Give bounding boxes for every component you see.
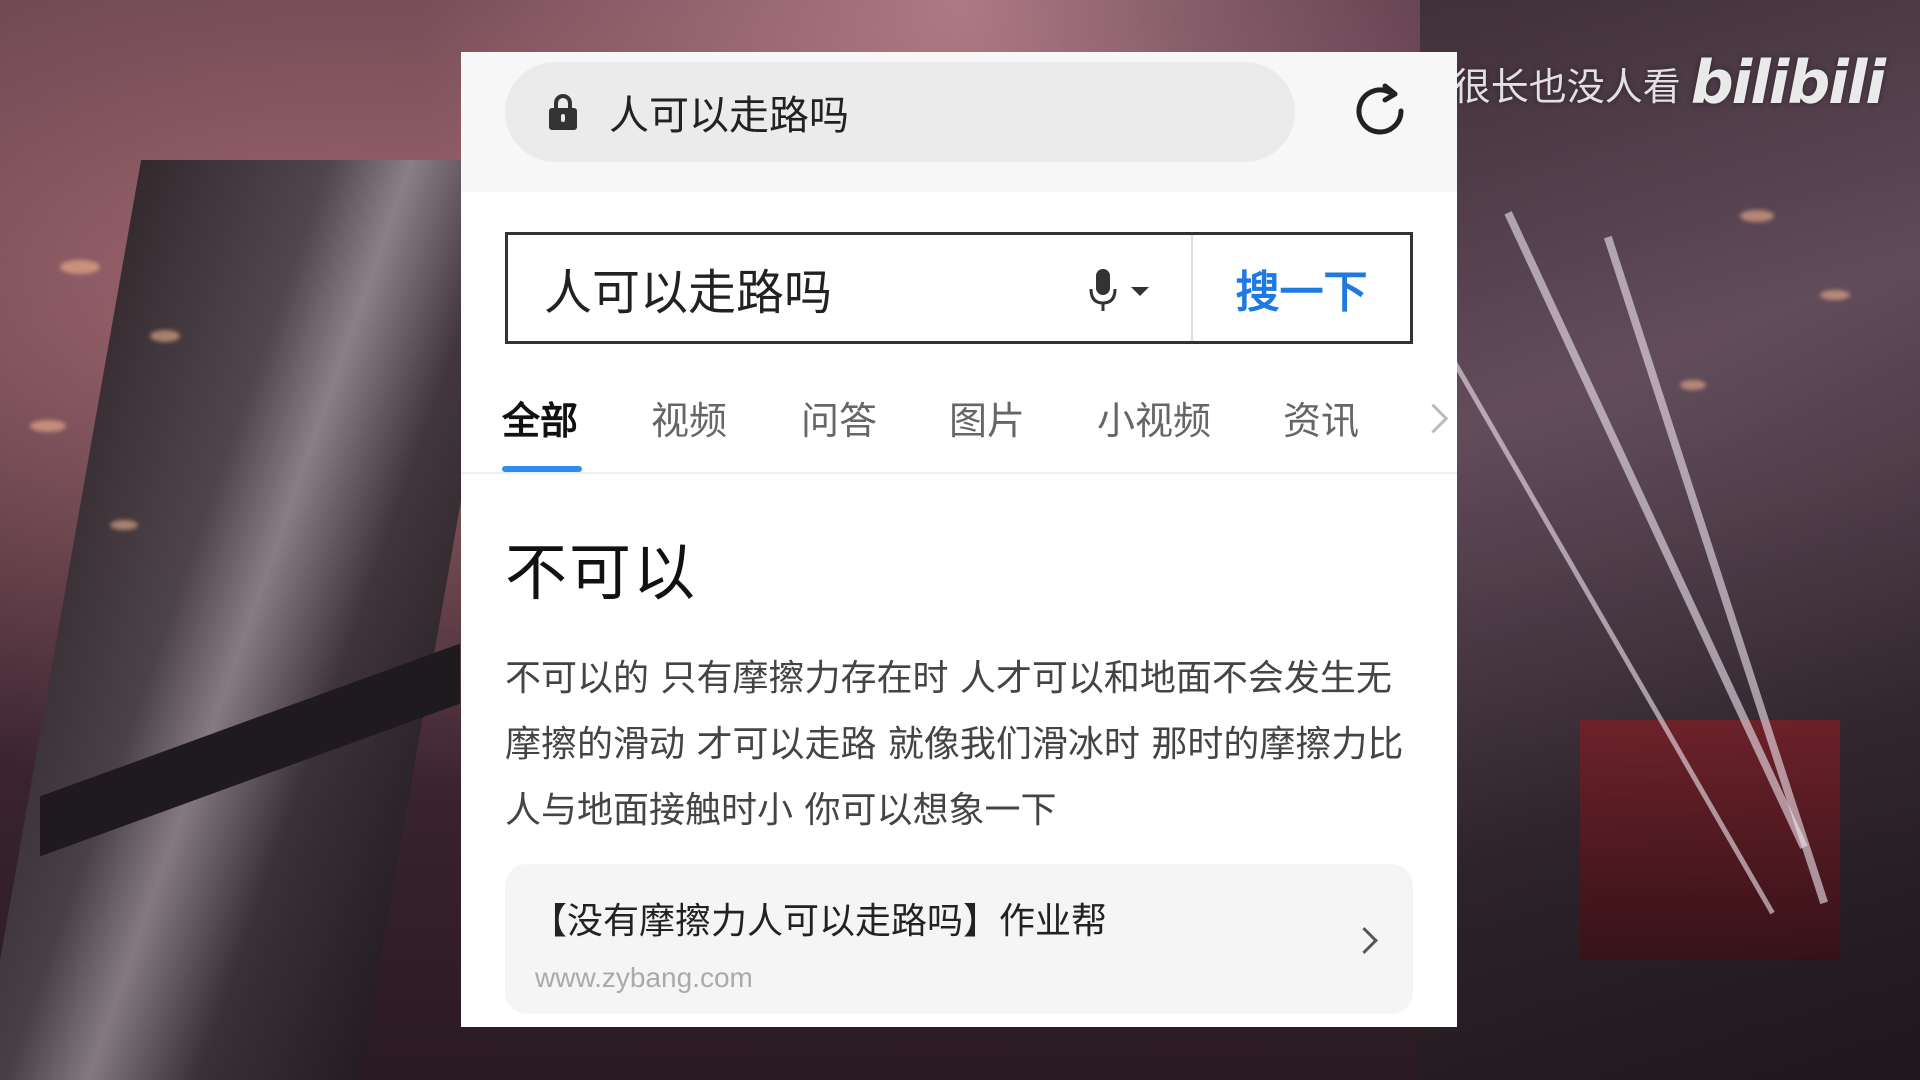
phone-browser-panel: 人可以走路吗 搜一下 全部 视频 问答 图片 小视频 资讯 [461,52,1457,1027]
search-input[interactable] [544,235,1044,341]
source-url: www.zybang.com [535,962,753,993]
source-card[interactable]: 【没有摩擦力人可以走路吗】作业帮 www.zybang.com [505,864,1413,1014]
tab-news[interactable]: 资讯 [1283,390,1359,445]
search-box: 搜一下 [505,232,1413,344]
active-tab-indicator [502,466,582,472]
background-sparkle [1740,210,1774,222]
tab-all[interactable]: 全部 [502,390,578,445]
caret-down-icon[interactable] [1131,287,1149,296]
background-sparkle [150,330,180,342]
answer-body: 不可以的 只有摩擦力存在时 人才可以和地面不会发生无摩擦的滑动 才可以走路 就像… [505,658,1404,831]
background-sparkle [1820,290,1850,300]
reload-icon[interactable] [1349,80,1411,142]
bilibili-logo: bilibili [1690,48,1886,118]
background-sparkle [110,520,138,530]
tab-qa[interactable]: 问答 [801,390,877,445]
answer-title: 不可以 [505,536,698,609]
background-sparkle [30,420,66,432]
chevron-right-icon[interactable] [1418,403,1449,434]
mic-icon[interactable] [1088,269,1118,313]
address-bar-text: 人可以走路吗 [609,93,849,139]
tab-video[interactable]: 视频 [651,390,727,445]
background-art-left [0,160,522,1080]
background-sparkle [60,260,100,274]
tab-short-video[interactable]: 小视频 [1097,390,1211,445]
search-button[interactable]: 搜一下 [1193,235,1410,341]
address-bar[interactable]: 人可以走路吗 [505,62,1295,162]
video-watermark: 字很长也没人看 bilibili [1415,48,1886,118]
screen-background: 字很长也没人看 bilibili 人可以走路吗 人可以走路吗 搜一下 全部 视频… [0,0,1920,1080]
background-sparkle [1680,380,1706,390]
browser-top-bar: 人可以走路吗 [461,52,1457,192]
chevron-right-icon [1351,927,1378,954]
tab-images[interactable]: 图片 [949,390,1025,445]
source-title: 【没有摩擦力人可以走路吗】作业帮 [531,901,1108,942]
search-tabs: 全部 视频 问答 图片 小视频 资讯 [461,382,1457,474]
lock-icon [549,94,577,130]
